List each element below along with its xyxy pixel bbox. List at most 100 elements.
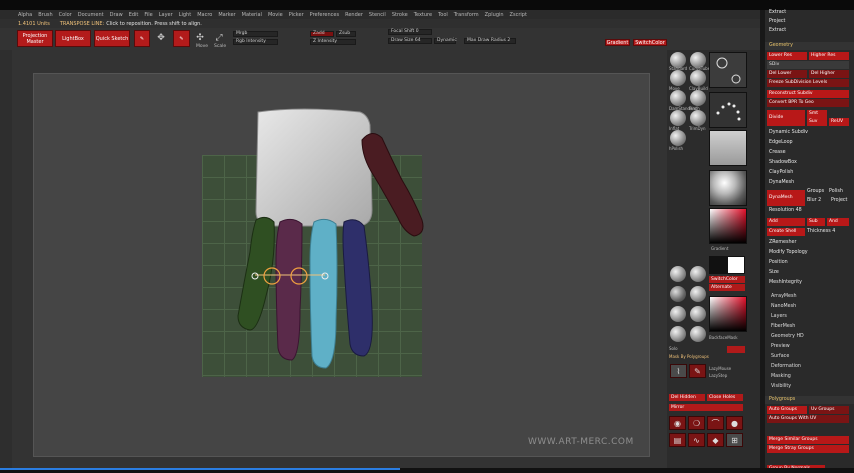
smt-toggle[interactable]: Smt (807, 110, 827, 118)
extract-item[interactable]: Extract (769, 10, 786, 15)
snakehook-brush-icon[interactable] (670, 286, 686, 302)
uv-groups-button[interactable]: Uv Groups (809, 406, 849, 414)
trimdyn-brush-icon[interactable] (690, 110, 706, 126)
arraymesh-item[interactable]: ArrayMesh (771, 294, 797, 299)
layers-item[interactable]: Layers (771, 314, 787, 319)
tool-tile-3[interactable]: ⌒ (707, 416, 724, 430)
material-preview[interactable] (709, 170, 747, 206)
masking-item[interactable]: Masking (771, 374, 791, 379)
del-higher-button[interactable]: Del Higher (809, 70, 849, 78)
crease-item[interactable]: Crease (769, 150, 786, 155)
modify-topology-item[interactable]: Modify Topology (769, 250, 808, 255)
smooth-brush-icon[interactable] (690, 326, 706, 342)
lazy-icon[interactable]: ⌇ (670, 364, 687, 378)
deformation-item[interactable]: Deformation (771, 364, 801, 369)
alpha-icon (716, 102, 741, 121)
add-button[interactable]: Add (767, 218, 805, 226)
move-brush-icon[interactable] (670, 70, 686, 86)
standard-brush-lower-icon[interactable] (670, 266, 686, 282)
finger-cyan-mesh (309, 218, 338, 369)
divide-button[interactable]: Divide (767, 110, 805, 126)
snake-icon: ∿ (693, 435, 700, 445)
hpolish-brush-icon[interactable] (670, 130, 686, 146)
extract-item-2[interactable]: Extract (769, 28, 786, 33)
geometry-header[interactable]: Geometry (765, 42, 854, 50)
lower-res-button[interactable]: Lower Res (767, 52, 807, 60)
tool-tile-6[interactable]: ∿ (688, 433, 705, 447)
video-progress[interactable] (0, 468, 400, 470)
higher-res-button[interactable]: Higher Res (809, 52, 849, 60)
layer-icon: ▤ (673, 435, 682, 445)
zremesher-item[interactable]: ZRemesher (769, 240, 796, 245)
blur-slider[interactable]: Blur 2 (807, 198, 821, 203)
switch-color-tray-button[interactable]: SwitchColor (709, 276, 745, 283)
create-shell-button[interactable]: Create Shell (767, 228, 805, 236)
stroke-dots-preview[interactable] (709, 52, 747, 88)
color-picker[interactable] (709, 208, 747, 244)
geometry-hd-item[interactable]: Geometry HD (771, 334, 804, 339)
thickness-slider[interactable]: Thickness 4 (807, 229, 835, 234)
claybuild-brush-icon[interactable] (690, 70, 706, 86)
nanomesh-item[interactable]: NanoMesh (771, 304, 796, 309)
and-button[interactable]: And (827, 218, 849, 226)
lazy-mouse-tile[interactable]: ✎ (689, 364, 706, 378)
main-color-swatch[interactable] (727, 256, 745, 274)
mask-by-polygroups-label: Mask By Polygroups (669, 354, 709, 359)
chisel-icon: ◆ (712, 435, 719, 445)
merge-stray-groups-button[interactable]: Merge Stray Groups (767, 445, 849, 453)
size-item[interactable]: Size (769, 270, 779, 275)
smoothpeaks-brush-icon[interactable] (670, 326, 686, 342)
resolution-slider[interactable]: Resolution 48 (769, 208, 802, 213)
tool-tile-1[interactable]: ◉ (669, 416, 686, 430)
secondary-color-swatch[interactable] (709, 256, 727, 274)
texture-preview[interactable] (709, 130, 747, 166)
tool-tile-7[interactable]: ◆ (707, 433, 724, 447)
surface-item[interactable]: Surface (771, 354, 789, 359)
tool-tile-5[interactable]: ▤ (669, 433, 686, 447)
position-item[interactable]: Position (769, 260, 788, 265)
polygroups-header[interactable]: Polygroups (765, 396, 854, 404)
auto-groups-button[interactable]: Auto Groups (767, 406, 807, 414)
project-item[interactable]: Project (769, 19, 785, 24)
dynamesh-item[interactable]: DynaMesh (769, 180, 794, 185)
sub-button[interactable]: Sub (807, 218, 825, 226)
move-elastic-brush-icon[interactable] (670, 306, 686, 322)
fibermesh-item[interactable]: FiberMesh (771, 324, 795, 329)
tool-tile-8[interactable]: ⊞ (726, 433, 743, 447)
alternate-button[interactable]: Alternate (709, 284, 745, 291)
move-topo-brush-icon[interactable] (690, 266, 706, 282)
color-picker-lower[interactable] (709, 296, 747, 332)
edgeloop-item[interactable]: EdgeLoop (769, 140, 793, 145)
visibility-item[interactable]: Visibility (771, 384, 791, 389)
suv-toggle[interactable]: Suv (807, 118, 827, 126)
project-toggle[interactable]: Project (831, 198, 847, 203)
dynamesh-button[interactable]: DynaMesh (767, 190, 805, 206)
shadowbox-item[interactable]: ShadowBox (769, 160, 797, 165)
reuv-toggle[interactable]: ReUV (829, 118, 849, 126)
del-hidden-button[interactable]: Del Hidden (669, 394, 705, 401)
meshintegrity-item[interactable]: MeshIntegrity (769, 280, 802, 285)
auto-groups-uv-button[interactable]: Auto Groups With UV (767, 415, 849, 423)
mirror-button[interactable]: Mirror (669, 404, 743, 411)
tool-tile-2[interactable]: ❍ (688, 416, 705, 430)
claytubes-brush-icon[interactable] (690, 286, 706, 302)
solo-toggle[interactable] (727, 346, 745, 353)
pinch-brush-icon[interactable] (690, 90, 706, 106)
alpha-preview[interactable] (709, 92, 747, 128)
merge-similar-groups-button[interactable]: Merge Similar Groups (767, 436, 849, 444)
claypolish-item[interactable]: ClayPolish (769, 170, 793, 175)
preview-item[interactable]: Preview (771, 344, 790, 349)
groups-toggle[interactable]: Groups (807, 189, 824, 194)
dynamic-subdiv-item[interactable]: Dynamic Subdiv (769, 130, 808, 135)
damstandard-brush-icon[interactable] (670, 90, 686, 106)
move-topological-brush-icon[interactable] (690, 306, 706, 322)
del-lower-button[interactable]: Del Lower (767, 70, 807, 78)
tool-tile-4[interactable]: ● (726, 416, 743, 430)
inflat-brush-icon[interactable] (670, 110, 686, 126)
convert-bpr-button[interactable]: Convert BPR To Geo (767, 99, 849, 107)
close-holes-button[interactable]: Close Holes (707, 394, 743, 401)
reconstruct-subdiv-button[interactable]: Reconstruct Subdiv (767, 90, 849, 98)
freeze-subdivision-button[interactable]: Freeze SubDivision Levels (767, 79, 849, 87)
sdiv-slider[interactable]: SDiv (767, 61, 849, 69)
polish-toggle[interactable]: Polish (829, 189, 843, 194)
